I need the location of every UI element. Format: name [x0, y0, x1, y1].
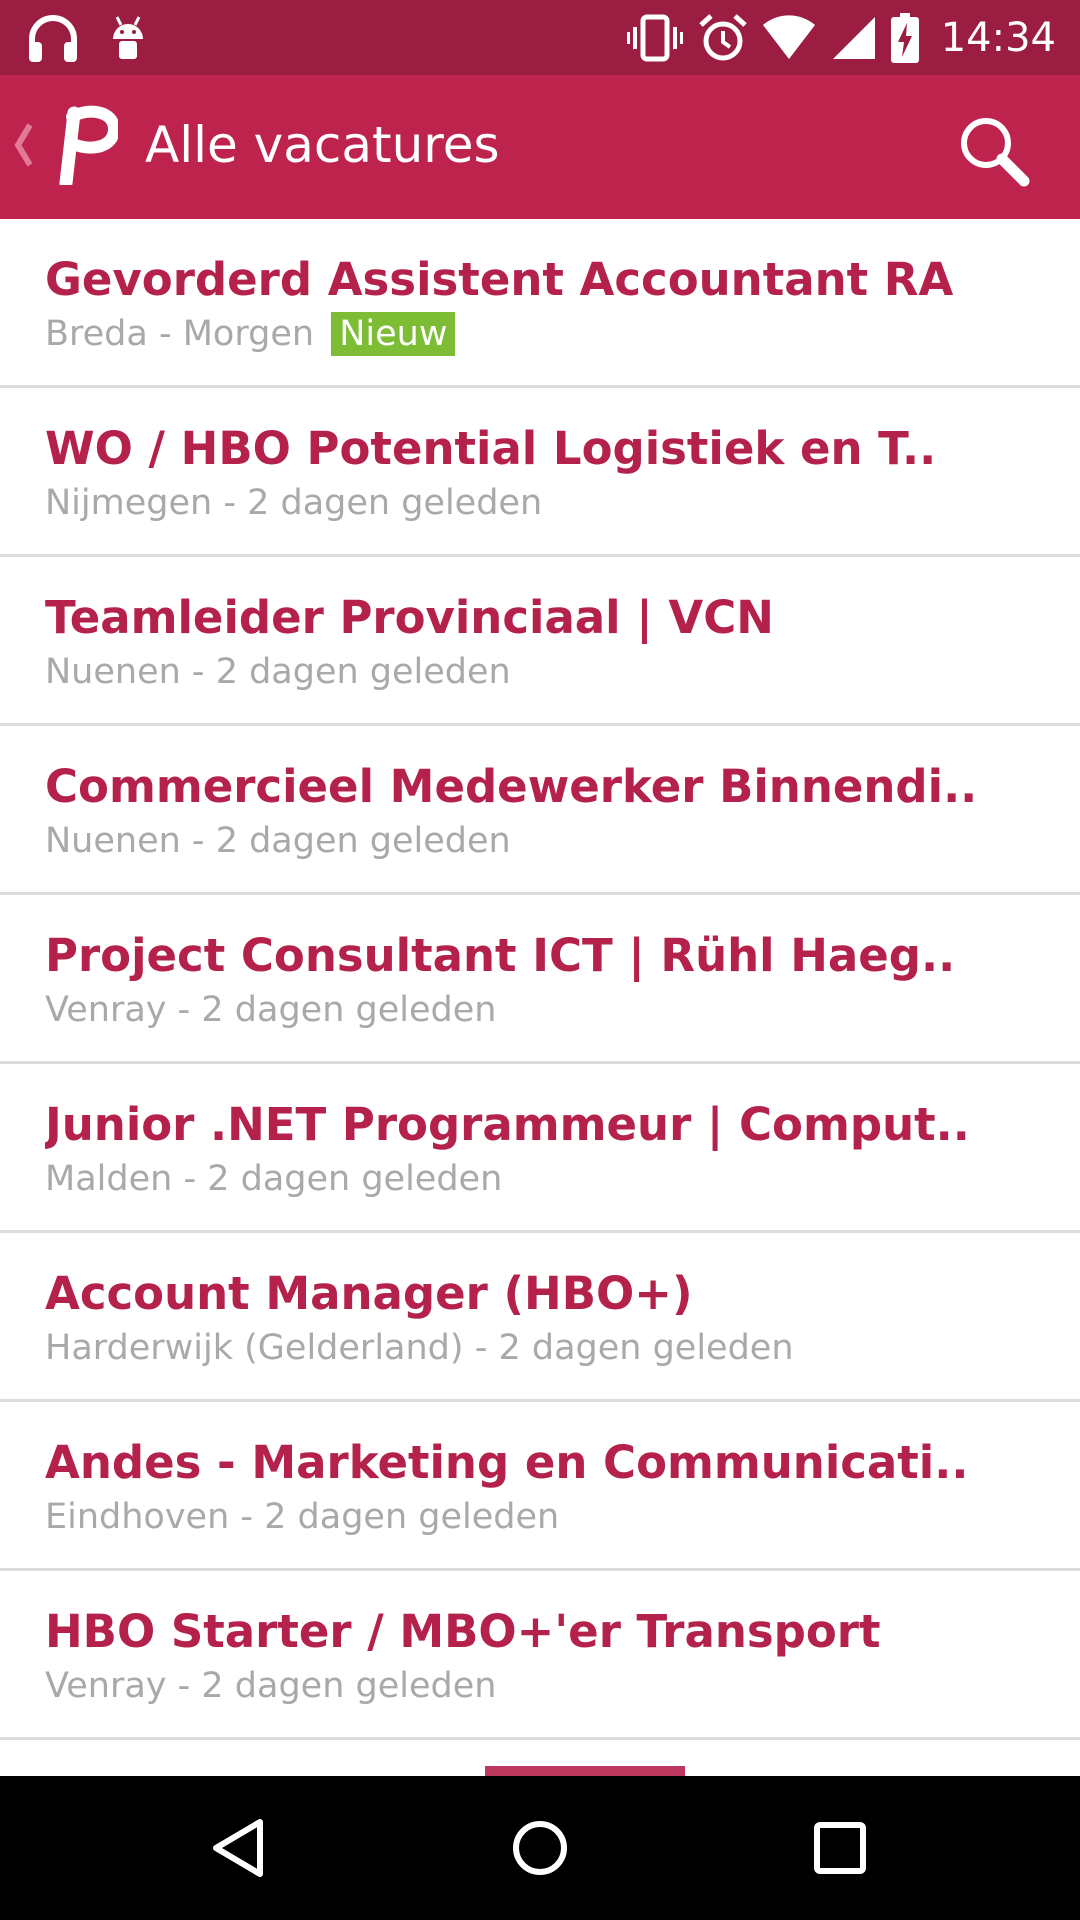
battery-charging-icon [890, 13, 919, 63]
job-title: WO / HBO Potential Logistiek en T.. [45, 422, 937, 475]
job-title: Commercieel Medewerker Binnendi.. [45, 760, 978, 813]
status-left-icons [26, 12, 148, 64]
job-time: 2 dagen geleden [498, 1328, 794, 1368]
job-list-item[interactable]: HBO Starter / MBO+'er Transport Venray -… [0, 1571, 1080, 1740]
job-location: Nuenen [45, 821, 181, 861]
back-triangle-icon[interactable] [200, 1808, 280, 1888]
status-time: 14:34 [940, 15, 1056, 61]
job-list-item[interactable]: Account Manager (HBO+) Harderwijk (Gelde… [0, 1233, 1080, 1402]
headphones-icon [26, 12, 80, 64]
job-location: Malden [45, 1159, 173, 1199]
job-time: 2 dagen geleden [264, 1497, 560, 1537]
new-badge: Nieuw [331, 312, 456, 356]
job-title: Junior .NET Programmeur | Comput.. [45, 1098, 970, 1151]
job-meta: Harderwijk (Gelderland) - 2 dagen gelede… [45, 1325, 794, 1371]
wifi-icon [762, 15, 815, 61]
job-meta: Nijmegen - 2 dagen geleden [45, 480, 542, 526]
meta-separator: - [180, 652, 216, 692]
job-location: Venray [45, 990, 167, 1030]
job-location: Breda [45, 314, 148, 354]
job-time: Morgen [182, 314, 315, 354]
signal-icon [831, 15, 875, 61]
job-location: Nijmegen [45, 483, 213, 523]
job-time: 2 dagen geleden [247, 483, 543, 523]
job-list-item-partial[interactable] [0, 1740, 1080, 1776]
job-location: Harderwijk (Gelderland) [45, 1328, 464, 1368]
job-list-item[interactable]: WO / HBO Potential Logistiek en T.. Nijm… [0, 388, 1080, 557]
job-list-item[interactable]: Andes - Marketing en Communicati.. Eindh… [0, 1402, 1080, 1571]
meta-separator: - [180, 821, 216, 861]
partial-job-title [45, 1764, 685, 1776]
job-list-item[interactable]: Project Consultant ICT | Rühl Haeg.. Ven… [0, 895, 1080, 1064]
meta-separator: - [147, 314, 183, 354]
job-meta: Venray - 2 dagen geleden [45, 1663, 496, 1709]
job-list-item[interactable]: Gevorderd Assistent Accountant RA Breda … [0, 219, 1080, 388]
job-meta: Breda - Morgen Nieuw [45, 311, 456, 357]
job-time: 2 dagen geleden [215, 821, 511, 861]
job-meta: Malden - 2 dagen geleden [45, 1156, 502, 1202]
job-title: Andes - Marketing en Communicati.. [45, 1436, 969, 1489]
vibrate-icon [626, 13, 683, 63]
job-title: Gevorderd Assistent Accountant RA [45, 253, 954, 306]
home-circle-icon[interactable] [500, 1808, 580, 1888]
job-title: Account Manager (HBO+) [45, 1267, 693, 1320]
job-time: 2 dagen geleden [201, 1666, 497, 1706]
app-bar: Alle vacatures [0, 75, 1080, 219]
job-time: 2 dagen geleden [215, 652, 511, 692]
job-list[interactable]: Gevorderd Assistent Accountant RA Breda … [0, 219, 1080, 1776]
navigation-bar [0, 1776, 1080, 1920]
job-list-item[interactable]: Teamleider Provinciaal | VCN Nuenen - 2 … [0, 557, 1080, 726]
android-debug-icon [108, 13, 148, 63]
meta-separator: - [166, 1666, 202, 1706]
page-title: Alle vacatures [145, 116, 500, 174]
chevron-left-icon[interactable] [10, 119, 36, 175]
job-location: Nuenen [45, 652, 181, 692]
search-icon[interactable] [954, 118, 1034, 195]
job-location: Venray [45, 1666, 167, 1706]
meta-separator: - [172, 1159, 208, 1199]
search-button[interactable] [954, 111, 1034, 191]
job-time: 2 dagen geleden [201, 990, 497, 1030]
job-title: HBO Starter / MBO+'er Transport [45, 1605, 881, 1658]
alarm-icon [699, 13, 747, 63]
app-logo[interactable] [52, 105, 121, 190]
job-meta: Eindhoven - 2 dagen geleden [45, 1494, 559, 1540]
job-list-item[interactable]: Junior .NET Programmeur | Comput.. Malde… [0, 1064, 1080, 1233]
job-meta: Nuenen - 2 dagen geleden [45, 649, 511, 695]
meta-separator: - [463, 1328, 499, 1368]
status-right-icons: 14:34 [626, 10, 1056, 66]
job-title: Teamleider Provinciaal | VCN [45, 591, 774, 644]
job-title: Project Consultant ICT | Rühl Haeg.. [45, 929, 956, 982]
job-meta: Venray - 2 dagen geleden [45, 987, 496, 1033]
recents-square-icon[interactable] [800, 1808, 880, 1888]
job-time: 2 dagen geleden [207, 1159, 503, 1199]
job-location: Eindhoven [45, 1497, 230, 1537]
meta-separator: - [166, 990, 202, 1030]
job-meta: Nuenen - 2 dagen geleden [45, 818, 511, 864]
meta-separator: - [212, 483, 248, 523]
meta-separator: - [229, 1497, 265, 1537]
job-list-item[interactable]: Commercieel Medewerker Binnendi.. Nuenen… [0, 726, 1080, 895]
status-bar: 14:34 [0, 0, 1080, 75]
